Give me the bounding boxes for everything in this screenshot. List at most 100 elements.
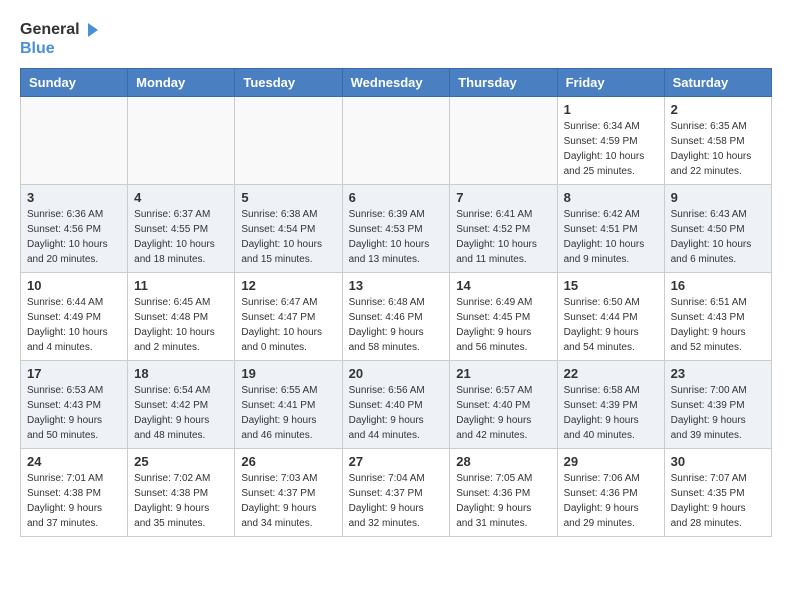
calendar-day-cell: 26 Sunrise: 7:03 AM Sunset: 4:37 PM Dayli… — [235, 449, 342, 537]
calendar-day-cell: 17 Sunrise: 6:53 AM Sunset: 4:43 PM Dayli… — [21, 361, 128, 449]
calendar-day-cell — [235, 97, 342, 185]
calendar-day-cell: 22Sunrise: 6:58 AM Sunset: 4:39 PM Dayli… — [557, 361, 664, 449]
calendar-day-cell: 24 Sunrise: 7:01 AM Sunset: 4:38 PM Dayli… — [21, 449, 128, 537]
day-number: 10 — [27, 278, 121, 293]
day-number: 3 — [27, 190, 121, 205]
weekday-header: Sunday — [21, 69, 128, 97]
day-number: 18 — [134, 366, 228, 381]
day-number: 11 — [134, 278, 228, 293]
calendar-day-cell: 30Sunrise: 7:07 AM Sunset: 4:35 PM Dayli… — [664, 449, 771, 537]
day-info: Sunrise: 6:36 AM Sunset: 4:56 PM Dayligh… — [27, 207, 121, 267]
calendar-week-row: 1 Sunrise: 6:34 AM Sunset: 4:59 PM Daylig… — [21, 97, 772, 185]
page-header: General Blue — [20, 20, 772, 58]
calendar-day-cell: 29 Sunrise: 7:06 AM Sunset: 4:36 PM Dayli… — [557, 449, 664, 537]
calendar-day-cell: 16Sunrise: 6:51 AM Sunset: 4:43 PM Dayli… — [664, 273, 771, 361]
day-info: Sunrise: 6:38 AM Sunset: 4:54 PM Dayligh… — [241, 207, 335, 267]
calendar-day-cell: 1 Sunrise: 6:34 AM Sunset: 4:59 PM Daylig… — [557, 97, 664, 185]
calendar-week-row: 10 Sunrise: 6:44 AM Sunset: 4:49 PM Dayli… — [21, 273, 772, 361]
day-info: Sunrise: 6:53 AM Sunset: 4:43 PM Dayligh… — [27, 383, 121, 443]
weekday-header: Saturday — [664, 69, 771, 97]
calendar-day-cell: 18 Sunrise: 6:54 AM Sunset: 4:42 PM Dayli… — [128, 361, 235, 449]
calendar-day-cell: 5 Sunrise: 6:38 AM Sunset: 4:54 PM Daylig… — [235, 185, 342, 273]
calendar-day-cell: 20 Sunrise: 6:56 AM Sunset: 4:40 PM Dayli… — [342, 361, 450, 449]
day-info: Sunrise: 6:54 AM Sunset: 4:42 PM Dayligh… — [134, 383, 228, 443]
calendar-table: SundayMondayTuesdayWednesdayThursdayFrid… — [20, 68, 772, 537]
day-info: Sunrise: 6:55 AM Sunset: 4:41 PM Dayligh… — [241, 383, 335, 443]
calendar-day-cell: 4Sunrise: 6:37 AM Sunset: 4:55 PM Daylig… — [128, 185, 235, 273]
day-info: Sunrise: 6:49 AM Sunset: 4:45 PM Dayligh… — [456, 295, 550, 355]
calendar-day-cell: 8 Sunrise: 6:42 AM Sunset: 4:51 PM Daylig… — [557, 185, 664, 273]
day-info: Sunrise: 6:47 AM Sunset: 4:47 PM Dayligh… — [241, 295, 335, 355]
day-info: Sunrise: 7:05 AM Sunset: 4:36 PM Dayligh… — [456, 471, 550, 531]
calendar-day-cell: 28Sunrise: 7:05 AM Sunset: 4:36 PM Dayli… — [450, 449, 557, 537]
day-number: 4 — [134, 190, 228, 205]
day-number: 29 — [564, 454, 658, 469]
day-number: 17 — [27, 366, 121, 381]
day-info: Sunrise: 7:03 AM Sunset: 4:37 PM Dayligh… — [241, 471, 335, 531]
logo-blue: Blue — [20, 39, 100, 58]
weekday-header: Wednesday — [342, 69, 450, 97]
day-number: 8 — [564, 190, 658, 205]
calendar-day-cell: 9 Sunrise: 6:43 AM Sunset: 4:50 PM Daylig… — [664, 185, 771, 273]
weekday-header: Tuesday — [235, 69, 342, 97]
calendar-header-row: SundayMondayTuesdayWednesdayThursdayFrid… — [21, 69, 772, 97]
day-number: 2 — [671, 102, 765, 117]
calendar-day-cell: 27 Sunrise: 7:04 AM Sunset: 4:37 PM Dayli… — [342, 449, 450, 537]
day-info: Sunrise: 6:42 AM Sunset: 4:51 PM Dayligh… — [564, 207, 658, 267]
day-number: 26 — [241, 454, 335, 469]
calendar-day-cell: 2Sunrise: 6:35 AM Sunset: 4:58 PM Daylig… — [664, 97, 771, 185]
day-info: Sunrise: 7:02 AM Sunset: 4:38 PM Dayligh… — [134, 471, 228, 531]
day-info: Sunrise: 6:57 AM Sunset: 4:40 PM Dayligh… — [456, 383, 550, 443]
day-info: Sunrise: 6:50 AM Sunset: 4:44 PM Dayligh… — [564, 295, 658, 355]
day-number: 15 — [564, 278, 658, 293]
day-number: 19 — [241, 366, 335, 381]
calendar-day-cell: 13 Sunrise: 6:48 AM Sunset: 4:46 PM Dayli… — [342, 273, 450, 361]
weekday-header: Monday — [128, 69, 235, 97]
day-number: 20 — [349, 366, 444, 381]
day-number: 12 — [241, 278, 335, 293]
calendar-day-cell: 3 Sunrise: 6:36 AM Sunset: 4:56 PM Daylig… — [21, 185, 128, 273]
day-number: 7 — [456, 190, 550, 205]
day-number: 21 — [456, 366, 550, 381]
day-info: Sunrise: 7:01 AM Sunset: 4:38 PM Dayligh… — [27, 471, 121, 531]
calendar-week-row: 3 Sunrise: 6:36 AM Sunset: 4:56 PM Daylig… — [21, 185, 772, 273]
calendar-day-cell: 7 Sunrise: 6:41 AM Sunset: 4:52 PM Daylig… — [450, 185, 557, 273]
day-number: 25 — [134, 454, 228, 469]
calendar-week-row: 24 Sunrise: 7:01 AM Sunset: 4:38 PM Dayli… — [21, 449, 772, 537]
weekday-header: Friday — [557, 69, 664, 97]
calendar-week-row: 17 Sunrise: 6:53 AM Sunset: 4:43 PM Dayli… — [21, 361, 772, 449]
day-info: Sunrise: 6:56 AM Sunset: 4:40 PM Dayligh… — [349, 383, 444, 443]
calendar-day-cell: 12 Sunrise: 6:47 AM Sunset: 4:47 PM Dayli… — [235, 273, 342, 361]
day-info: Sunrise: 6:45 AM Sunset: 4:48 PM Dayligh… — [134, 295, 228, 355]
logo-general: General — [20, 20, 80, 39]
day-info: Sunrise: 6:41 AM Sunset: 4:52 PM Dayligh… — [456, 207, 550, 267]
calendar-day-cell: 15 Sunrise: 6:50 AM Sunset: 4:44 PM Dayli… — [557, 273, 664, 361]
day-info: Sunrise: 6:44 AM Sunset: 4:49 PM Dayligh… — [27, 295, 121, 355]
day-number: 1 — [564, 102, 658, 117]
day-number: 13 — [349, 278, 444, 293]
day-info: Sunrise: 7:06 AM Sunset: 4:36 PM Dayligh… — [564, 471, 658, 531]
calendar-day-cell: 21 Sunrise: 6:57 AM Sunset: 4:40 PM Dayli… — [450, 361, 557, 449]
day-number: 5 — [241, 190, 335, 205]
day-info: Sunrise: 6:48 AM Sunset: 4:46 PM Dayligh… — [349, 295, 444, 355]
day-number: 23 — [671, 366, 765, 381]
logo-container: General Blue — [20, 20, 100, 58]
day-info: Sunrise: 7:04 AM Sunset: 4:37 PM Dayligh… — [349, 471, 444, 531]
weekday-header: Thursday — [450, 69, 557, 97]
calendar-day-cell — [128, 97, 235, 185]
day-number: 27 — [349, 454, 444, 469]
day-info: Sunrise: 6:43 AM Sunset: 4:50 PM Dayligh… — [671, 207, 765, 267]
calendar-day-cell — [21, 97, 128, 185]
calendar-day-cell: 25 Sunrise: 7:02 AM Sunset: 4:38 PM Dayli… — [128, 449, 235, 537]
calendar-day-cell: 10 Sunrise: 6:44 AM Sunset: 4:49 PM Dayli… — [21, 273, 128, 361]
day-number: 9 — [671, 190, 765, 205]
day-number: 30 — [671, 454, 765, 469]
calendar-day-cell — [342, 97, 450, 185]
day-info: Sunrise: 6:39 AM Sunset: 4:53 PM Dayligh… — [349, 207, 444, 267]
day-number: 24 — [27, 454, 121, 469]
logo-arrow-icon — [82, 21, 100, 39]
day-info: Sunrise: 7:00 AM Sunset: 4:39 PM Dayligh… — [671, 383, 765, 443]
calendar-day-cell: 11 Sunrise: 6:45 AM Sunset: 4:48 PM Dayli… — [128, 273, 235, 361]
day-info: Sunrise: 6:34 AM Sunset: 4:59 PM Dayligh… — [564, 119, 658, 179]
day-number: 6 — [349, 190, 444, 205]
